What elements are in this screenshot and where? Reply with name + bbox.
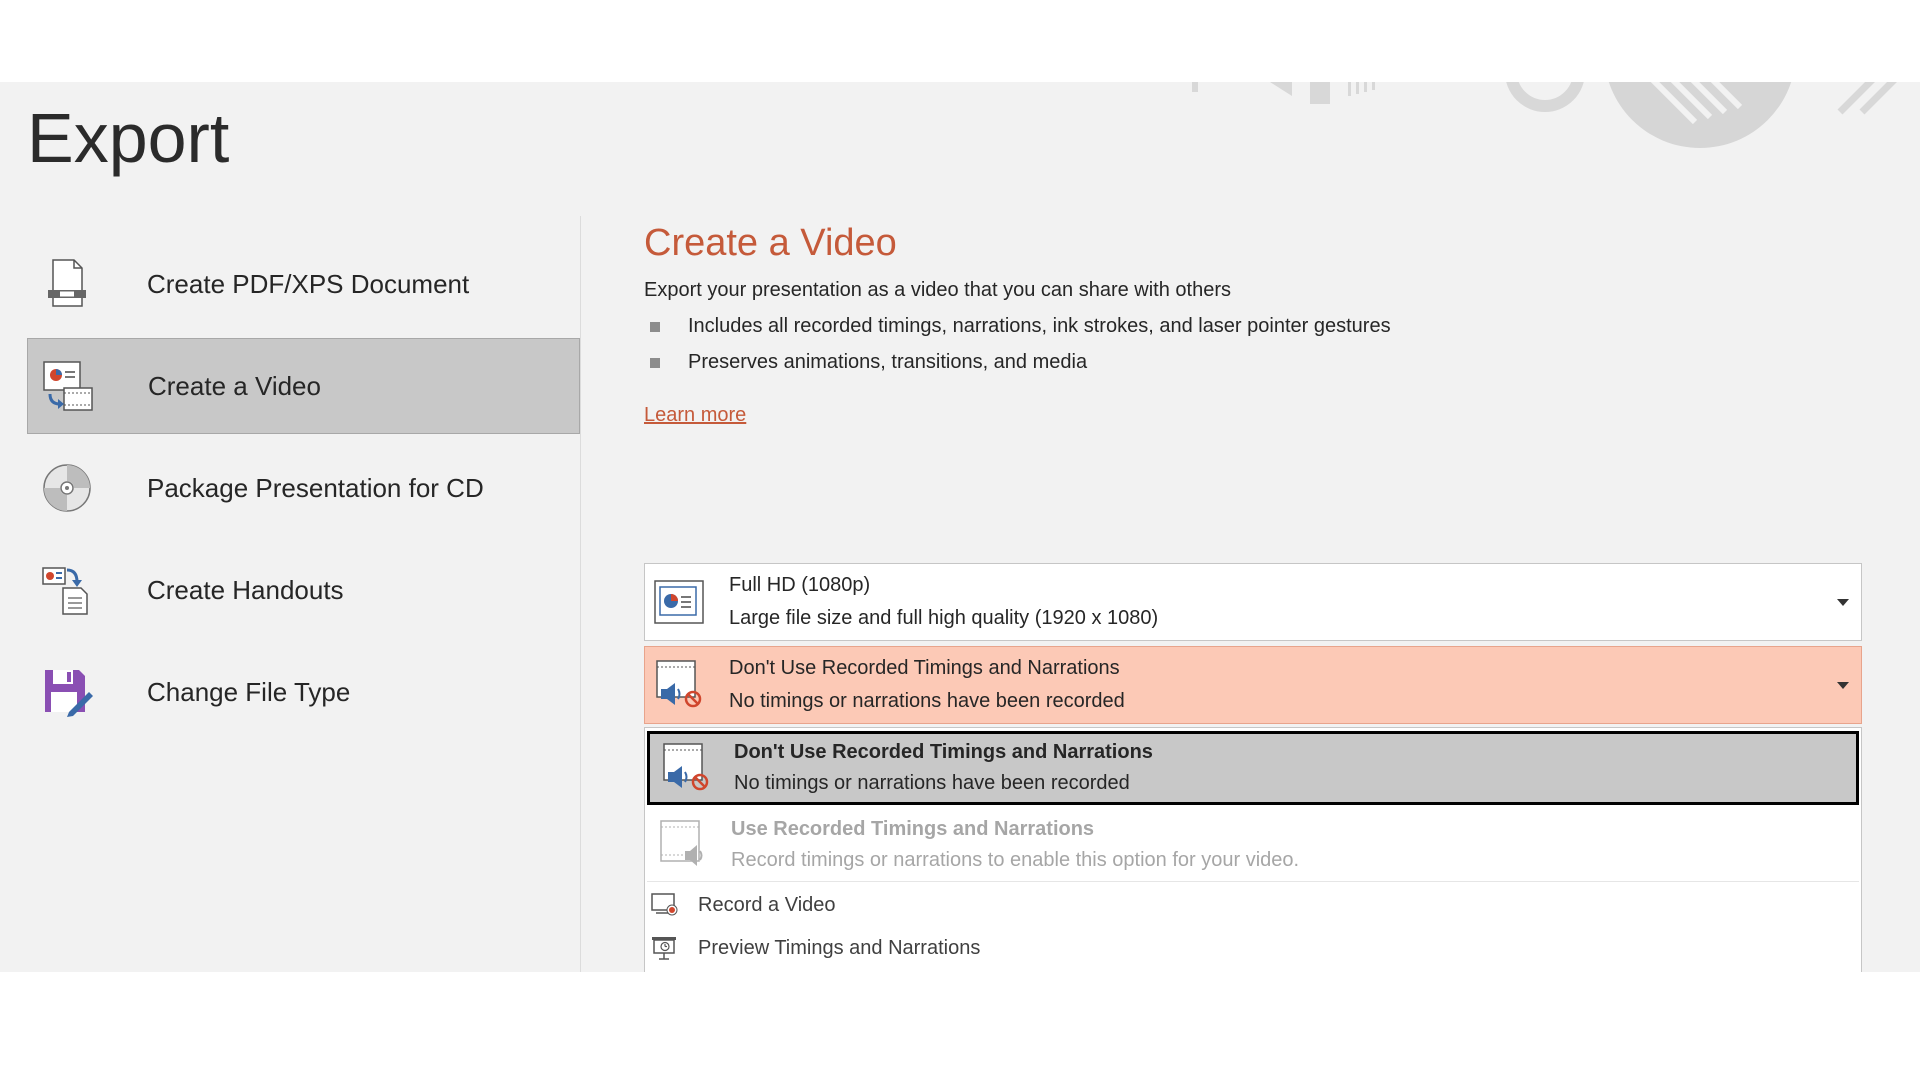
- menu-item-label: Preview Timings and Narrations: [698, 936, 981, 959]
- option-dont-use-timings[interactable]: Don't Use Recorded Timings and Narration…: [647, 731, 1859, 805]
- nav-item-change-file-type[interactable]: Change File Type: [27, 644, 580, 740]
- timings-dropdown-menu: Don't Use Recorded Timings and Narration…: [644, 727, 1862, 972]
- chevron-down-icon[interactable]: [1837, 682, 1849, 689]
- nav-item-create-video[interactable]: Create a Video: [27, 338, 580, 434]
- presentation-quality-icon: [653, 576, 705, 628]
- dropdown-title: Full HD (1080p): [729, 574, 871, 596]
- option-use-timings: Use Recorded Timings and Narrations Reco…: [647, 808, 1859, 882]
- preview-timings-icon: [651, 934, 679, 962]
- record-video-menu-item[interactable]: Record a Video: [651, 887, 836, 923]
- nav-item-create-pdf[interactable]: Create PDF/XPS Document: [27, 236, 580, 332]
- nav-label: Package Presentation for CD: [147, 472, 484, 503]
- backstage-canvas: Export Create PDF/XPS Document Create a …: [0, 82, 1920, 972]
- pdf-document-icon: [39, 256, 95, 312]
- video-icon: [40, 358, 96, 414]
- bullet-text: Includes all recorded timings, narration…: [688, 315, 1391, 337]
- nav-label: Create Handouts: [147, 574, 344, 605]
- handouts-icon: [39, 562, 95, 618]
- option-title: Use Recorded Timings and Narrations: [731, 817, 1095, 840]
- bullet-item: Preserves animations, transitions, and m…: [644, 351, 1864, 374]
- option-subtitle: No timings or narrations have been recor…: [734, 772, 1130, 794]
- bullet-square-icon: [650, 357, 660, 368]
- nav-label: Create PDF/XPS Document: [147, 268, 470, 299]
- divider: [580, 216, 581, 972]
- no-narration-icon: [660, 742, 712, 794]
- section-title: Create a Video: [644, 222, 897, 264]
- export-nav: Create PDF/XPS Document Create a Video P…: [27, 236, 580, 746]
- bullet-square-icon: [650, 321, 660, 332]
- cd-icon: [39, 460, 95, 516]
- nav-item-package-cd[interactable]: Package Presentation for CD: [27, 440, 580, 536]
- learn-more-link[interactable]: Learn more: [644, 404, 746, 427]
- nav-label: Create a Video: [148, 370, 321, 401]
- video-quality-dropdown[interactable]: Full HD (1080p) Large file size and full…: [644, 563, 1862, 641]
- no-narration-icon: [653, 659, 705, 711]
- option-title: Don't Use Recorded Timings and Narration…: [734, 741, 1153, 763]
- preview-timings-menu-item[interactable]: Preview Timings and Narrations: [651, 930, 980, 966]
- page-title: Export: [27, 99, 230, 177]
- section-description: Export your presentation as a video that…: [644, 279, 1232, 301]
- record-video-icon: [651, 891, 679, 919]
- dropdown-subtitle: No timings or narrations have been recor…: [729, 690, 1125, 712]
- timings-dropdown[interactable]: Don't Use Recorded Timings and Narration…: [644, 646, 1862, 724]
- dropdown-title: Don't Use Recorded Timings and Narration…: [729, 657, 1120, 679]
- bullet-text: Preserves animations, transitions, and m…: [688, 351, 1088, 373]
- create-video-panel: Create a Video Export your presentation …: [644, 222, 1864, 972]
- narration-icon: [657, 819, 709, 871]
- chevron-down-icon[interactable]: [1837, 599, 1849, 606]
- bullet-item: Includes all recorded timings, narration…: [644, 315, 1864, 338]
- menu-item-label: Record a Video: [698, 893, 836, 916]
- save-file-icon: [39, 664, 95, 720]
- option-subtitle: Record timings or narrations to enable t…: [731, 848, 1300, 871]
- decorative-background-graphic: [1192, 82, 1897, 148]
- dropdown-subtitle: Large file size and full high quality (1…: [729, 607, 1159, 629]
- nav-item-create-handouts[interactable]: Create Handouts: [27, 542, 580, 638]
- nav-label: Change File Type: [147, 676, 351, 707]
